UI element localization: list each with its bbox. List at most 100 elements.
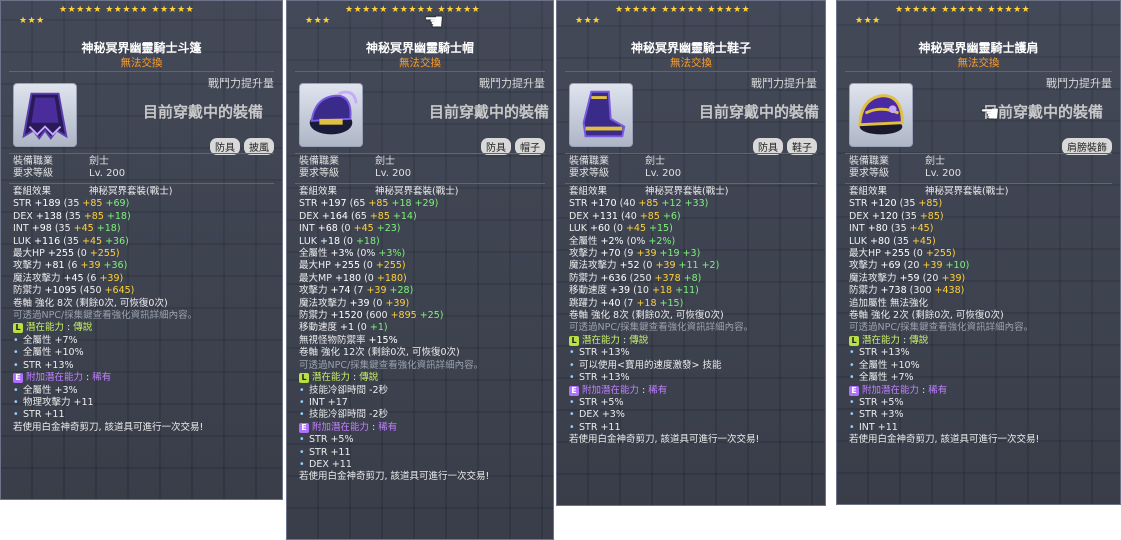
scissors-footer: 若使用白金神奇剪刀, 該道具可進行一次交易! (13, 421, 204, 433)
requirement-label: 裝備職業 (569, 156, 609, 167)
additional-potential-label: 附加潛在能力 (862, 384, 920, 396)
scroll-upgrade-info: 卷軸 強化 12次 (剩餘0次, 可恢復0次) (299, 347, 460, 359)
set-effect-label: 套組效果 (569, 186, 608, 197)
stat-base: (10 (633, 285, 649, 297)
requirement-value: 劍士 (375, 156, 395, 167)
stat-base: (35 (64, 210, 81, 222)
stat-base: (7 (623, 297, 634, 309)
stat-scroll: +11 +2) (678, 260, 720, 272)
potential-header: L 潛在能力 : 傳說 (849, 335, 1112, 347)
potential-label: 潛在能力 (862, 334, 901, 346)
star-row-1: ★★★★★ ★★★★★ ★★★★★ (59, 5, 282, 16)
item-tooltip-panel: ★★★★★ ★★★★★ ★★★★★ ★★★ 神秘冥界幽靈騎士斗篷 無法交換 戰鬥力提升量… (0, 0, 283, 500)
additional-potential-text: STR +5% (309, 434, 354, 446)
stat-base: (600 (365, 310, 388, 322)
stat-total: +59 (899, 272, 920, 284)
stat-base: (40 (619, 198, 636, 210)
bullet-icon: • (299, 409, 305, 421)
stat-name: 魔法攻擊力 (849, 272, 897, 284)
stat-base: (35 (899, 198, 916, 210)
stat-total: +2% (600, 235, 624, 247)
stat-scroll: +15) (649, 223, 673, 235)
stat-total: +18 (320, 235, 341, 247)
combat-power-change: 戰鬥力提升量 (751, 77, 817, 90)
additional-potential-header: E 附加潛在能力 : 稀有 (13, 372, 274, 384)
additional-potential-text: STR +11 (23, 409, 65, 421)
star-row-2: ★★★ (19, 16, 282, 27)
legendary-badge: L (569, 335, 579, 346)
potential-text: STR +13% (859, 347, 910, 359)
potential-text: 技能冷卻時間 -2秒 (309, 409, 388, 421)
legendary-badge: L (849, 335, 859, 346)
potential-line: • 可以使用<寶用的速度激發> 技能 (569, 360, 817, 372)
stat-total: +120 (870, 198, 897, 210)
stat-name: INT (849, 223, 865, 235)
stat-total: +40 (600, 297, 621, 309)
requirement-row: 裝備職業 劍士 (13, 156, 274, 168)
star-force-stars: ★★★★★ ★★★★★ ★★★★★ ★★★ (1, 5, 282, 27)
divider (9, 71, 274, 72)
stat-flame: +18 (636, 297, 657, 309)
item-icon (299, 83, 363, 147)
stat-name: INT (13, 223, 29, 235)
stat-row: 跳躍力 +40 (7 +18 +15) (569, 298, 817, 310)
epic-badge: E (13, 373, 23, 384)
potential-line: • 技能冷卻時間 -2秒 (299, 385, 545, 397)
stat-row: 魔法攻擊力 +52 (0 +39 +11 +2) (569, 260, 817, 272)
stat-scroll: +69) (105, 198, 130, 210)
combat-power-change: 戰鬥力提升量 (208, 77, 274, 90)
stat-name: LUK (569, 223, 588, 235)
bullet-icon: • (13, 334, 19, 346)
potential-text: 全屬性 +7% (859, 372, 914, 384)
stat-total: +52 (619, 260, 640, 272)
set-effect-row: 套組效果 神秘冥界套裝(戰士) (299, 186, 545, 198)
stat-row: INT +68 (0 +45 +23) (299, 223, 545, 235)
stat-flame: +85) (919, 210, 944, 222)
bullet-icon: • (299, 384, 305, 396)
requirement-label: 裝備職業 (299, 156, 339, 167)
stars-filled-2: ★★★ (575, 16, 601, 26)
set-name: 神秘冥界套裝(戰士) (645, 186, 729, 197)
stat-base: (20 (922, 272, 939, 284)
additional-potential-line: • INT +11 (849, 422, 1112, 434)
stat-row: 最大HP +255 (0 +255) (13, 248, 274, 260)
potential-header: L 潛在能力 : 傳說 (569, 335, 817, 347)
stat-flame: +255) (925, 248, 956, 260)
potential-line: • STR +13% (849, 347, 1112, 359)
additional-potential-header: E 附加潛在能力 : 稀有 (299, 422, 545, 434)
bullet-icon: • (13, 347, 19, 359)
stat-scroll: +18 +29) (391, 198, 439, 210)
additional-potential-text: 物理攻擊力 +11 (23, 396, 94, 408)
star-force-stars: ★★★★★ ★★★★★ ★★★★★ ★★★ (287, 5, 553, 27)
stat-flame: +45 (353, 223, 374, 235)
stat-name: 攻擊力 (13, 260, 42, 272)
requirement-row: 要求等級 Lv. 200 (13, 168, 274, 180)
stat-base: (250 (629, 272, 652, 284)
requirement-label: 要求等級 (299, 168, 339, 179)
bullet-icon: • (849, 347, 855, 359)
requirement-value: Lv. 200 (89, 168, 126, 179)
stat-name: STR (13, 198, 32, 210)
stat-total: +74 (330, 285, 351, 297)
currently-equipped-label: 目前穿戴中的裝備 (983, 103, 1104, 121)
stat-total: +1095 (44, 285, 77, 297)
potential-line: • INT +17 (299, 397, 545, 409)
stat-total: +81 (44, 260, 65, 272)
stat-flame: +39 (655, 260, 676, 272)
item-name: 神秘冥界幽靈騎士斗篷 (81, 41, 202, 55)
potential-grade: 傳說 (359, 372, 379, 384)
potential-line: • 全屬性 +10% (849, 360, 1112, 372)
potential-line: • STR +13% (569, 347, 817, 359)
potential-text: INT +17 (309, 396, 348, 408)
bullet-icon: • (13, 409, 19, 421)
additional-potential-text: STR +5% (859, 396, 904, 408)
stat-total: +170 (590, 198, 617, 210)
stat-total: +164 (321, 210, 348, 222)
star-force-stars: ★★★★★ ★★★★★ ★★★★★ ★★★ (837, 5, 1120, 27)
star-row-2: ★★★ (575, 16, 825, 27)
stat-base: (450 (79, 285, 102, 297)
stat-total: +636 (600, 272, 627, 284)
stat-row: STR +120 (35 +85) (849, 198, 1112, 210)
divider (295, 183, 545, 184)
stat-row: DEX +131 (40 +85 +6) (569, 211, 817, 223)
